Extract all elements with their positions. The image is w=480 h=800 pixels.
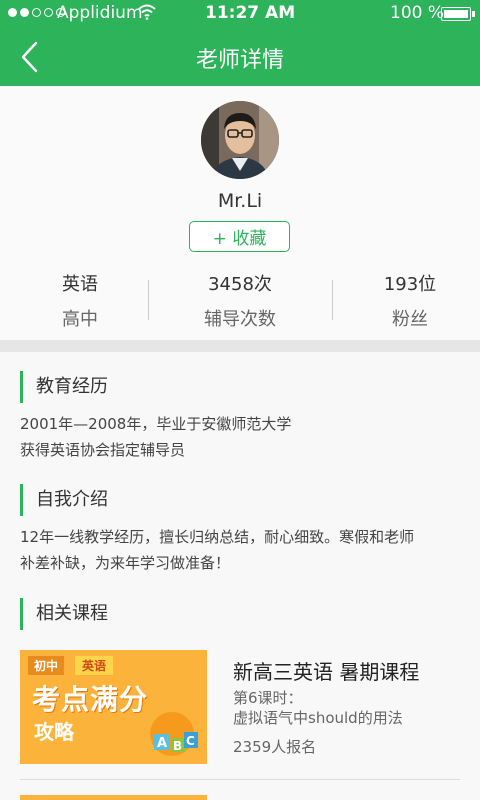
stat-value: 英语	[62, 274, 98, 295]
intro-text: 12年一线教学经历，擅长归纳总结，耐心细致。寒假和老师 补差补缺，为来年学习做准…	[20, 524, 460, 576]
lesson-name: 虚拟语气中should的用法	[233, 709, 403, 727]
stat-value: 193位	[383, 274, 437, 295]
status-time: 11:27 AM	[205, 3, 296, 23]
course-lesson: 第6课时： 虚拟语气中should的用法	[233, 688, 403, 728]
favorite-button[interactable]: + 收藏	[189, 221, 290, 252]
list-divider	[20, 779, 460, 780]
thumb-title: 考点满分	[32, 683, 149, 716]
stats-row: 英语 高中 3458次 辅导次数 193位 粉丝	[0, 270, 480, 330]
teacher-profile: Mr.Li + 收藏 英语 高中 3458次 辅导次数 193位 粉丝	[0, 86, 480, 340]
wifi-icon	[138, 4, 156, 20]
thumb-tag-subject: 英语	[75, 656, 114, 675]
stat-fans: 193位 粉丝	[330, 270, 480, 331]
carrier-name: Applidium	[57, 3, 143, 23]
intro-line: 12年一线教学经历，擅长归纳总结，耐心细致。寒假和老师	[20, 528, 415, 546]
svg-text:B: B	[173, 739, 182, 753]
education-line: 2001年—2008年，毕业于安徽师范大学	[20, 415, 292, 433]
favorite-label: + 收藏	[212, 229, 267, 249]
page-title: 老师详情	[195, 48, 284, 73]
course-item[interactable]: 初中 英语 考点满分 攻略 A B C 新高三英语 暑期课程 第6课时： 虚拟语…	[20, 650, 460, 764]
avatar	[201, 101, 279, 179]
intro-heading: 自我介绍	[20, 484, 108, 516]
stat-divider	[148, 280, 149, 320]
intro-line: 补差补缺，为来年学习做准备！	[20, 554, 231, 572]
education-heading: 教育经历	[20, 371, 108, 403]
education-line: 获得英语协会指定辅导员	[20, 441, 186, 459]
nav-bar: 老师详情	[0, 28, 480, 86]
stat-label: 辅导次数	[204, 309, 276, 330]
svg-text:C: C	[186, 734, 195, 748]
stat-sessions: 3458次 辅导次数	[160, 270, 320, 331]
svg-text:A: A	[157, 736, 167, 751]
battery-percent: 100 %	[390, 3, 445, 23]
thumb-tag-level: 初中	[28, 656, 65, 675]
abc-blocks-icon: A B C	[150, 712, 198, 756]
lesson-number: 第6课时：	[233, 689, 303, 707]
course-title: 新高三英语 暑期课程	[233, 660, 420, 684]
enroll-count: 2359人报名	[233, 738, 317, 756]
stat-subject: 英语 高中	[0, 270, 160, 331]
battery-icon	[441, 7, 475, 21]
thumb-subtitle: 攻略	[34, 720, 74, 744]
course-thumbnail: 初中 英语 考点满分 攻略 A B C	[20, 650, 207, 764]
stat-label: 高中	[62, 309, 98, 330]
next-course-thumbnail[interactable]	[20, 795, 207, 800]
status-bar: Applidium 11:27 AM 100 %	[0, 0, 480, 28]
stat-label: 粉丝	[392, 309, 428, 330]
education-text: 2001年—2008年，毕业于安徽师范大学 获得英语协会指定辅导员	[20, 411, 460, 463]
section-divider	[0, 340, 480, 352]
stat-value: 3458次	[208, 274, 272, 295]
courses-heading: 相关课程	[20, 598, 108, 630]
teacher-name: Mr.Li	[217, 190, 263, 212]
